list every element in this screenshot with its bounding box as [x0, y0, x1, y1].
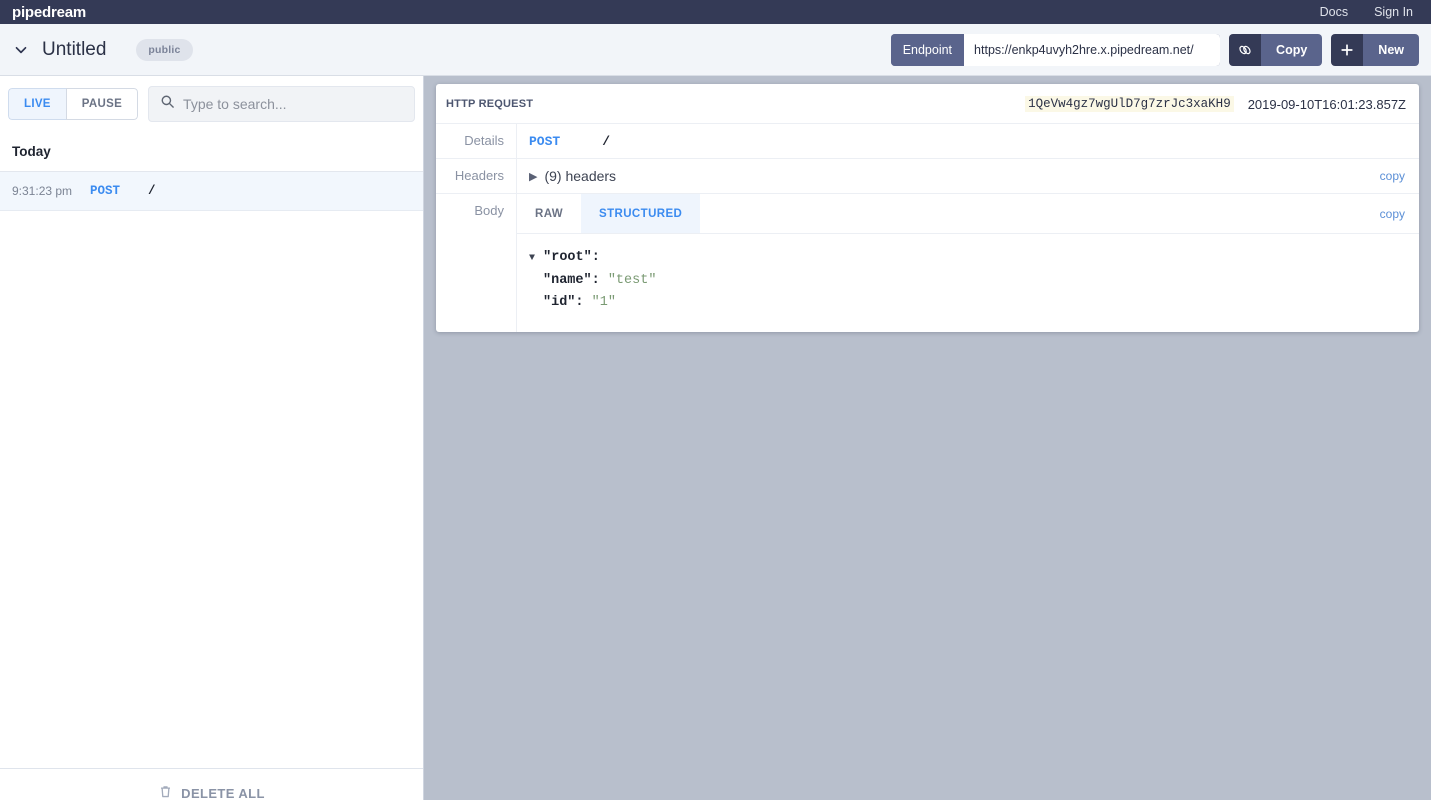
- body-tabbar: RAW STRUCTURED copy: [517, 194, 1419, 234]
- delete-all-label: DELETE ALL: [181, 786, 265, 800]
- top-nav-links: Docs Sign In: [1320, 5, 1419, 19]
- search-input[interactable]: [183, 96, 403, 112]
- sign-in-link[interactable]: Sign In: [1374, 5, 1413, 19]
- top-navigation-bar: pipedream Docs Sign In: [0, 0, 1431, 24]
- event-id: 1QeVw4gz7wgUlD7g7zrJc3xaKH9: [1025, 96, 1234, 112]
- request-method: POST: [90, 184, 121, 198]
- details-row: Details POST /: [436, 124, 1419, 159]
- copy-button-label: Copy: [1261, 33, 1323, 66]
- details-path: /: [602, 133, 611, 149]
- details-value: POST /: [516, 124, 1419, 158]
- card-header-meta: 1QeVw4gz7wgUlD7g7zrJc3xaKH9 2019-09-10T1…: [1025, 96, 1406, 112]
- copy-endpoint-button[interactable]: Copy: [1229, 33, 1323, 66]
- tab-raw[interactable]: RAW: [517, 194, 581, 233]
- body-label: Body: [474, 203, 504, 218]
- headers-label: Headers: [454, 168, 504, 183]
- headers-value[interactable]: ▶ (9) headers copy: [516, 159, 1419, 193]
- header-actions: Endpoint Copy New: [890, 33, 1419, 66]
- trash-icon: [158, 769, 173, 800]
- event-timestamp: 2019-09-10T16:01:23.857Z: [1247, 96, 1406, 112]
- endpoint-input[interactable]: [964, 33, 1221, 66]
- details-label: Details: [464, 133, 504, 148]
- event-content-area: HTTP REQUEST 1QeVw4gz7wgUlD7g7zrJc3xaKH9…: [424, 76, 1431, 800]
- headers-row: Headers ▶ (9) headers copy: [436, 159, 1419, 194]
- search-box[interactable]: [148, 86, 415, 122]
- plus-icon: [1331, 33, 1364, 66]
- json-key: "name":: [543, 273, 600, 288]
- pause-button[interactable]: PAUSE: [65, 88, 139, 120]
- request-list-item[interactable]: 9:31:23 pm POST /: [0, 172, 423, 211]
- json-entry: "name": "test": [529, 270, 1419, 292]
- json-tree-viewer: ▼ "root": "name": "test" "id": "1": [517, 234, 1419, 332]
- card-title: HTTP REQUEST: [446, 98, 534, 110]
- delete-all-button[interactable]: DELETE ALL: [0, 768, 423, 800]
- json-key: "id":: [543, 295, 584, 310]
- body-row: Body RAW STRUCTURED copy ▼ "root": "name…: [436, 194, 1419, 332]
- request-path: /: [148, 184, 156, 198]
- requests-sidebar: LIVE PAUSE Today 9:31:23 pm POST /: [0, 76, 424, 800]
- new-button-label: New: [1363, 33, 1419, 66]
- request-time: 9:31:23 pm: [12, 184, 73, 198]
- json-value: "test": [607, 273, 657, 288]
- json-root-line[interactable]: ▼ "root":: [529, 247, 1419, 270]
- endpoint-label: Endpoint: [890, 33, 965, 66]
- json-root-key: "root":: [543, 250, 600, 265]
- http-request-card: HTTP REQUEST 1QeVw4gz7wgUlD7g7zrJc3xaKH9…: [436, 84, 1419, 332]
- chevron-down-icon[interactable]: [8, 37, 34, 63]
- body-content: RAW STRUCTURED copy ▼ "root": "name": "t…: [516, 194, 1419, 332]
- tab-structured[interactable]: STRUCTURED: [581, 194, 701, 233]
- brand-logo: pipedream: [12, 3, 87, 21]
- main-layout: LIVE PAUSE Today 9:31:23 pm POST /: [0, 76, 1431, 800]
- json-entry: "id": "1": [529, 292, 1419, 314]
- docs-link[interactable]: Docs: [1320, 5, 1348, 19]
- triangle-right-icon[interactable]: ▶: [529, 170, 537, 183]
- headers-summary: (9) headers: [544, 168, 617, 184]
- link-icon: [1229, 33, 1262, 66]
- copy-body-link[interactable]: copy: [1380, 207, 1405, 221]
- workflow-title[interactable]: Untitled: [42, 39, 106, 61]
- card-header: HTTP REQUEST 1QeVw4gz7wgUlD7g7zrJc3xaKH9…: [436, 84, 1419, 124]
- workflow-header: Untitled public Endpoint Copy New: [0, 24, 1431, 76]
- details-method: POST: [529, 133, 561, 149]
- copy-headers-link[interactable]: copy: [1380, 169, 1405, 183]
- endpoint-field-group: Endpoint: [890, 33, 1221, 66]
- search-icon: [160, 94, 175, 114]
- triangle-down-icon[interactable]: ▼: [529, 253, 535, 264]
- live-pause-toggle: LIVE PAUSE: [8, 88, 139, 120]
- live-button[interactable]: LIVE: [8, 88, 66, 120]
- sidebar-controls: LIVE PAUSE: [0, 76, 423, 133]
- json-value: "1": [591, 295, 616, 310]
- new-workflow-button[interactable]: New: [1331, 33, 1419, 66]
- visibility-badge: public: [136, 38, 193, 61]
- day-header: Today: [0, 133, 423, 172]
